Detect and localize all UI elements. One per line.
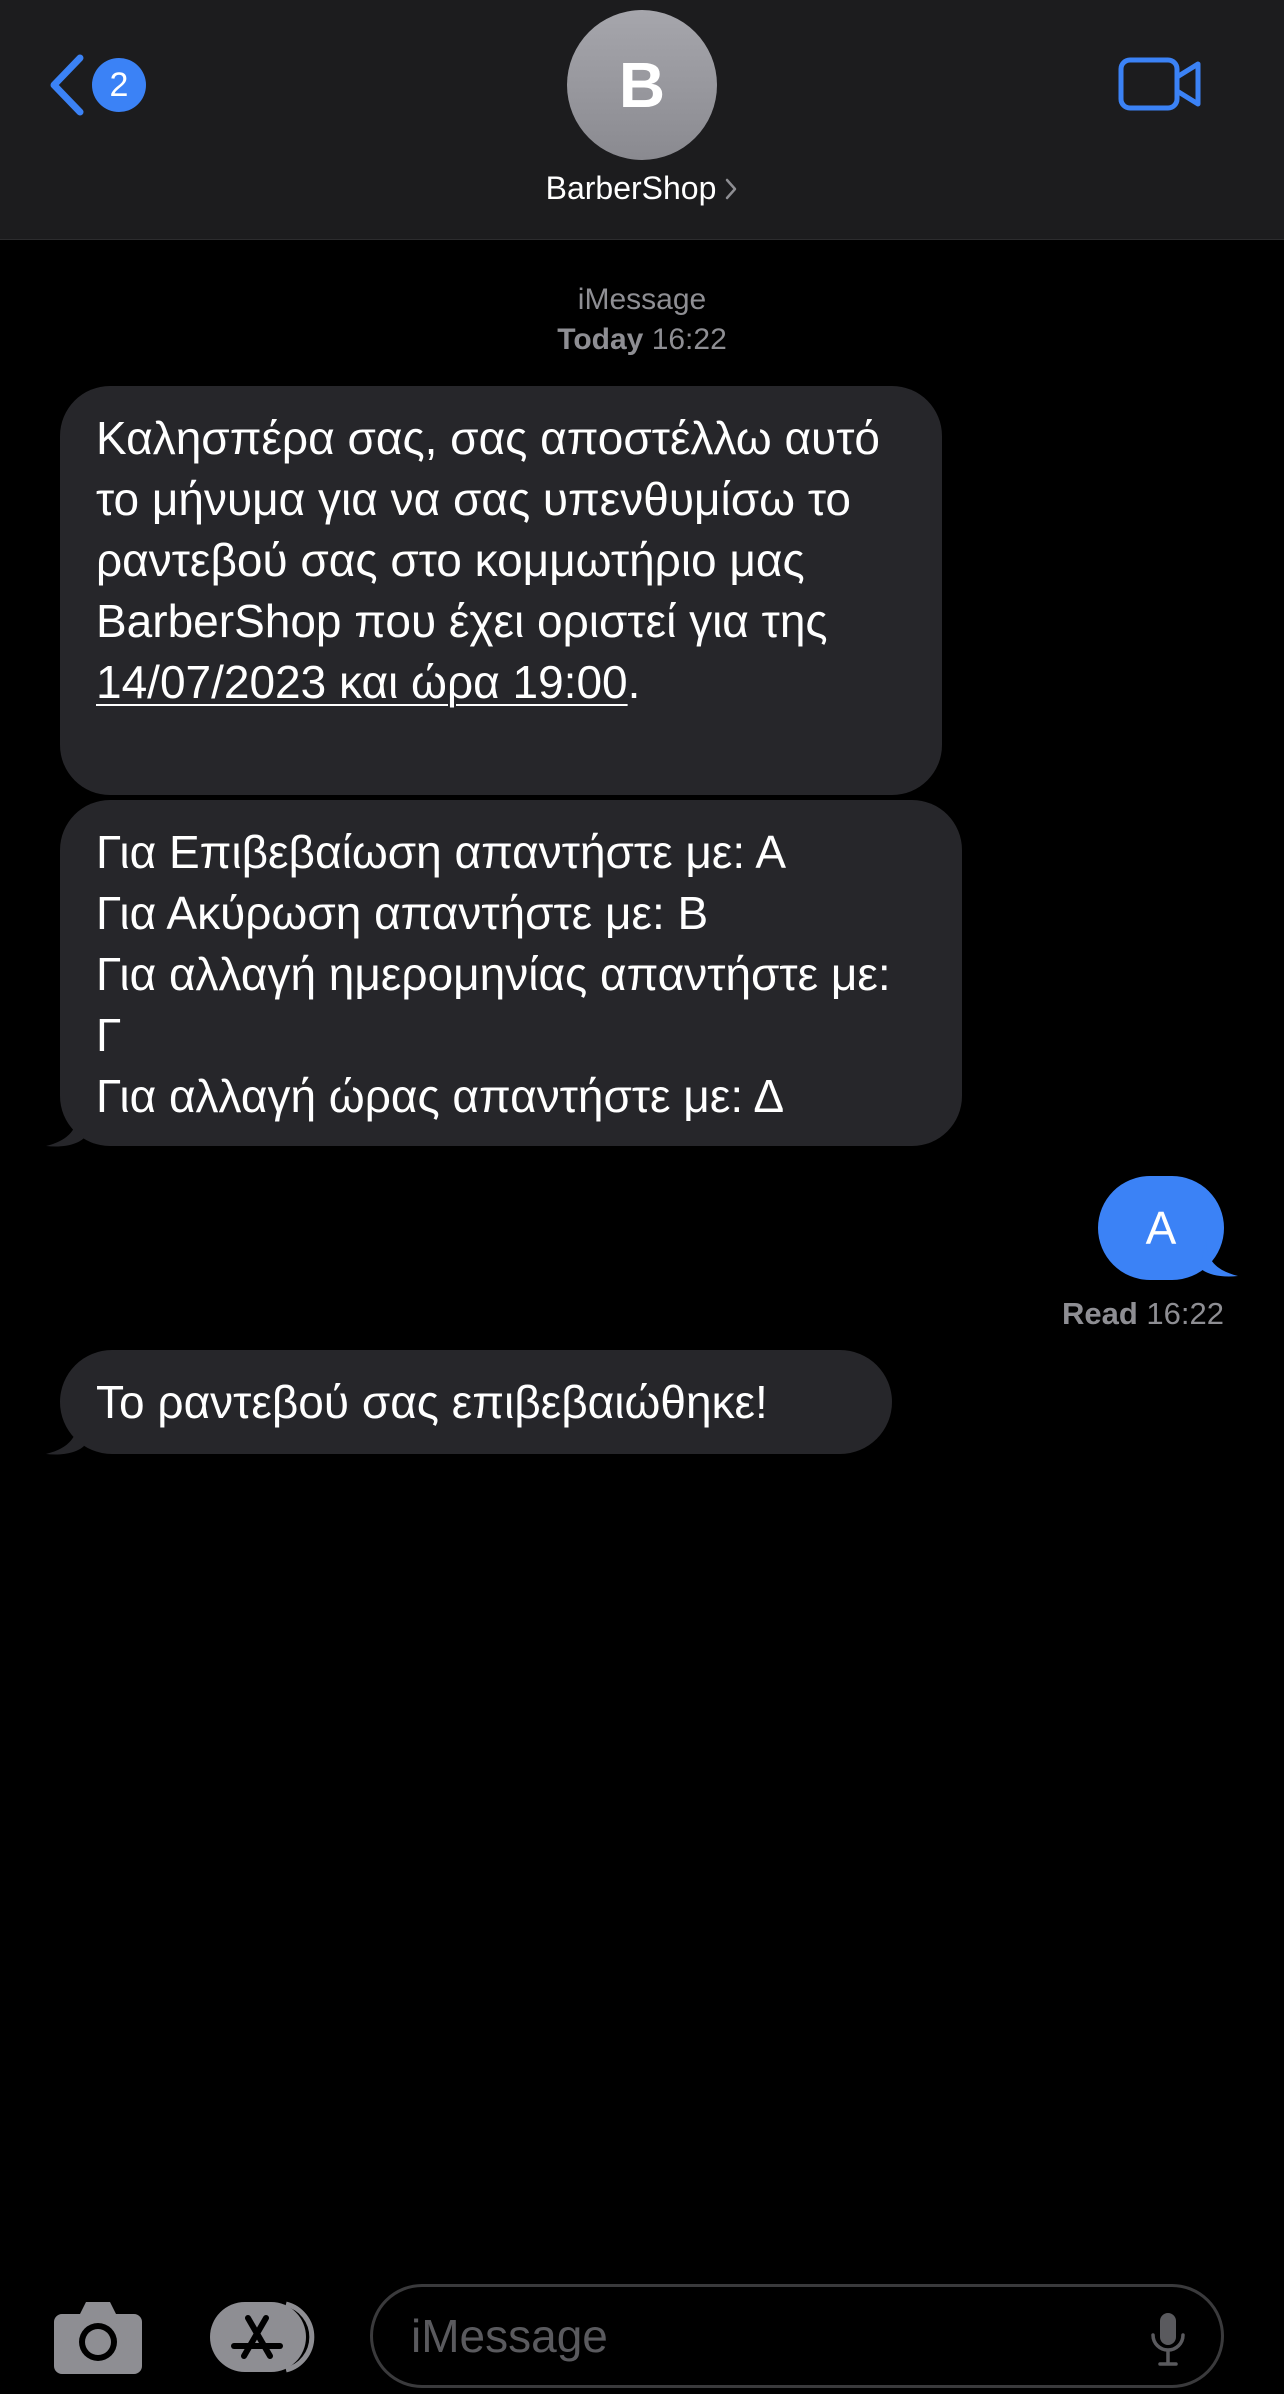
conversation-header: 2 B BarberShop [0, 0, 1284, 240]
microphone-icon[interactable] [1149, 2311, 1187, 2367]
service-label: iMessage [577, 283, 707, 316]
time-label: 16:22 [651, 323, 727, 356]
message-text: Καλησπέρα σας, σας αποστέλλω αυτό το μήν… [96, 412, 880, 647]
camera-icon[interactable] [52, 2296, 144, 2376]
incoming-message-bubble[interactable]: Το ραντεβού σας επιβεβαιώθηκε! [60, 1350, 892, 1454]
message-input[interactable]: iMessage [370, 2284, 1224, 2388]
message-input-placeholder: iMessage [411, 2310, 608, 2362]
thread-timestamp: iMessage Today 16:22 [0, 280, 1284, 360]
chevron-right-icon [726, 178, 737, 199]
app-store-icon[interactable] [208, 2300, 320, 2374]
contact-name-button[interactable]: BarberShop [0, 170, 1284, 207]
day-label: Today [557, 323, 644, 356]
message-text-end: . [627, 656, 641, 708]
bubble-tail [1200, 1240, 1238, 1277]
unread-count-badge: 2 [92, 58, 146, 112]
bubble-tail [46, 1110, 84, 1147]
messages-screen: 2 B BarberShop iMessage Today 16:22 Καλη… [0, 0, 1284, 2394]
date-link[interactable]: 14/07/2023 και ώρα 19:00 [96, 656, 628, 708]
message-line: Για αλλαγή ημερομηνίας απαντήστε με: Γ [96, 948, 891, 1061]
video-camera-icon[interactable] [1118, 55, 1202, 113]
contact-avatar[interactable]: B [567, 10, 717, 160]
read-time: 16:22 [1146, 1296, 1224, 1331]
read-receipt: Read 16:22 [1062, 1296, 1224, 1332]
read-label: Read [1061, 1296, 1138, 1331]
message-line: Για Ακύρωση απαντήστε με: Β [96, 887, 709, 939]
message-text: A [1145, 1202, 1177, 1254]
bubble-tail [46, 1418, 84, 1455]
message-line: Για Επιβεβαίωση απαντήστε με: Α [96, 826, 787, 878]
contact-name: BarberShop [545, 170, 717, 206]
back-button[interactable]: 2 [44, 50, 154, 120]
avatar-initial: B [618, 49, 666, 121]
chevron-left-icon [50, 54, 84, 116]
incoming-message-bubble[interactable]: Για Επιβεβαίωση απαντήστε με: Α Για Ακύρ… [60, 800, 962, 1146]
incoming-message-bubble[interactable]: Καλησπέρα σας, σας αποστέλλω αυτό το μήν… [60, 386, 942, 795]
message-line: Για αλλαγή ώρας απαντήστε με: Δ [96, 1070, 785, 1122]
message-text: Το ραντεβού σας επιβεβαιώθηκε! [96, 1376, 768, 1428]
